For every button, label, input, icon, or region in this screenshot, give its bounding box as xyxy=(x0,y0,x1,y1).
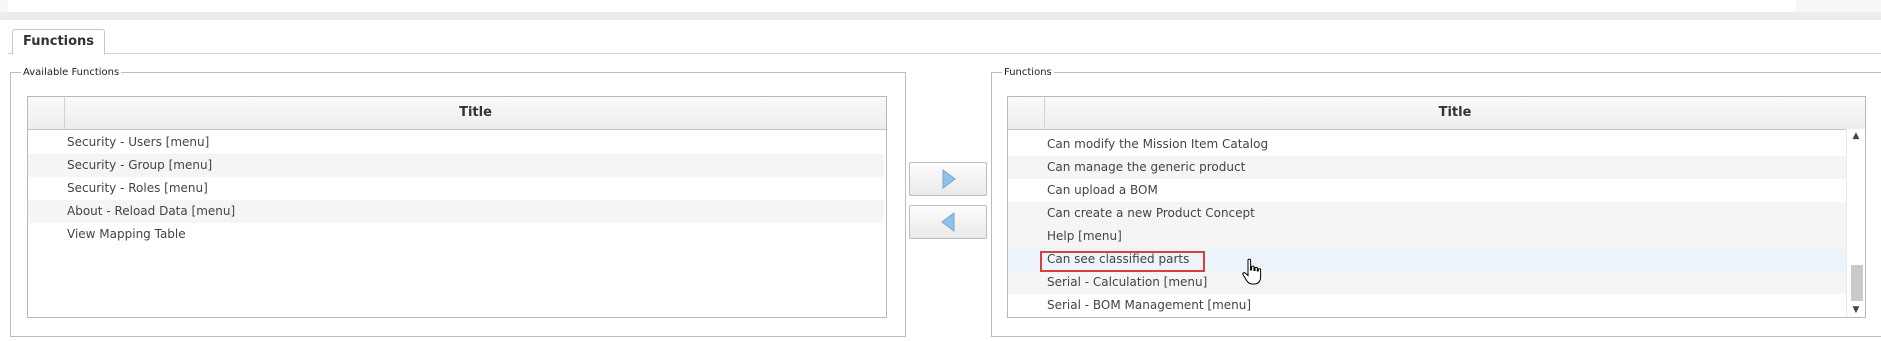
available-functions-legend: Available Functions xyxy=(23,67,120,78)
tab-functions[interactable]: Functions xyxy=(12,29,106,55)
highlight-box xyxy=(1040,251,1205,272)
hand-cursor-icon xyxy=(1242,258,1262,285)
table-row[interactable]: Can manage the generic product xyxy=(1008,156,1846,179)
available-functions-grid: Title Security - Users [menu] Security -… xyxy=(27,96,887,318)
table-row[interactable]: Help [menu] xyxy=(1008,225,1846,248)
row-title: Serial - BOM Management [menu] xyxy=(1047,298,1252,312)
functions-legend: Functions xyxy=(1004,67,1052,78)
table-row[interactable]: View Mapping Table xyxy=(28,223,884,246)
table-row[interactable]: Can create a new Product Concept xyxy=(1008,202,1846,225)
scroll-thumb[interactable] xyxy=(1851,265,1863,301)
scroll-down-icon[interactable]: ▼ xyxy=(1847,303,1865,317)
scroll-up-icon[interactable]: ▲ xyxy=(1847,129,1865,143)
row-title: About - Reload Data [menu] xyxy=(67,204,236,218)
row-title: Security - Users [menu] xyxy=(67,135,210,149)
row-title: Can create a new Product Concept xyxy=(1047,206,1255,220)
grid-header: Title xyxy=(28,97,886,130)
arrow-left-icon xyxy=(941,212,955,232)
title-column-header[interactable]: Title xyxy=(1045,97,1865,129)
select-column-header[interactable] xyxy=(1008,97,1045,129)
row-title: Can upload a BOM xyxy=(1047,183,1158,197)
select-column-header[interactable] xyxy=(28,97,65,129)
remove-function-button[interactable] xyxy=(909,205,987,239)
arrow-right-icon xyxy=(942,169,956,189)
table-row[interactable]: Security - Group [menu] xyxy=(28,154,884,177)
row-title: Security - Group [menu] xyxy=(67,158,213,172)
top-toolbar-area xyxy=(0,0,1881,20)
grid-header: Title xyxy=(1008,97,1865,130)
table-row[interactable]: Security - Users [menu] xyxy=(28,131,884,154)
row-title: Help [menu] xyxy=(1047,229,1122,243)
table-row[interactable]: About - Reload Data [menu] xyxy=(28,200,884,223)
row-title: Can manage the generic product xyxy=(1047,160,1246,174)
table-row[interactable]: Can upload a BOM xyxy=(1008,179,1846,202)
table-row[interactable]: Serial - Calculation [menu] xyxy=(1008,271,1846,294)
add-function-button[interactable] xyxy=(909,162,987,196)
tab-strip-border xyxy=(8,53,1881,54)
table-row[interactable]: Serial - BOM Management [menu] xyxy=(1008,294,1846,317)
row-title: Serial - Calculation [menu] xyxy=(1047,275,1208,289)
table-row[interactable]: Can modify the Mission Item Catalog xyxy=(1008,133,1846,156)
title-column-header[interactable]: Title xyxy=(65,97,886,129)
toolbar-shadow xyxy=(0,12,1881,20)
row-title: View Mapping Table xyxy=(67,227,186,241)
row-title: Security - Roles [menu] xyxy=(67,181,208,195)
table-row[interactable]: Security - Roles [menu] xyxy=(28,177,884,200)
functions-grid: Title Can modify the Mission Item Catalo… xyxy=(1007,96,1866,318)
row-title: Can modify the Mission Item Catalog xyxy=(1047,137,1269,151)
vertical-scrollbar[interactable]: ▲ ▼ xyxy=(1846,129,1865,317)
